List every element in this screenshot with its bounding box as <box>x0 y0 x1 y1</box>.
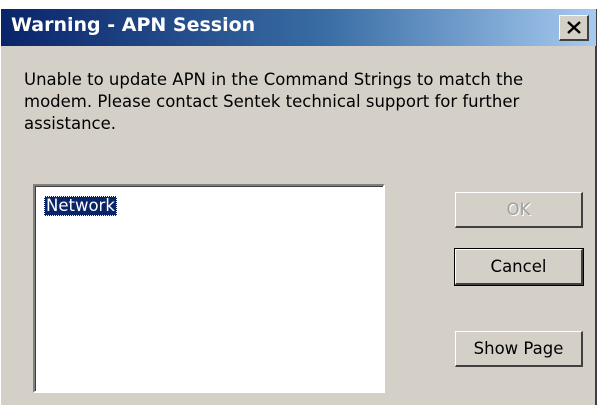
list-item-network[interactable]: Network <box>44 196 117 216</box>
close-icon <box>567 21 581 34</box>
warning-message: Unable to update APN in the Command Stri… <box>24 70 524 133</box>
ok-button[interactable]: OK <box>455 192 583 228</box>
show-page-button[interactable]: Show Page <box>455 331 583 367</box>
warning-dialog: Warning - APN Session Unable to update A… <box>0 9 597 405</box>
close-button[interactable] <box>559 15 589 41</box>
background-strip <box>0 0 597 9</box>
cancel-button[interactable]: Cancel <box>454 248 584 286</box>
title-bar[interactable]: Warning - APN Session <box>1 9 596 46</box>
page-listbox[interactable]: Network <box>33 184 385 393</box>
dialog-title: Warning - APN Session <box>11 14 256 36</box>
